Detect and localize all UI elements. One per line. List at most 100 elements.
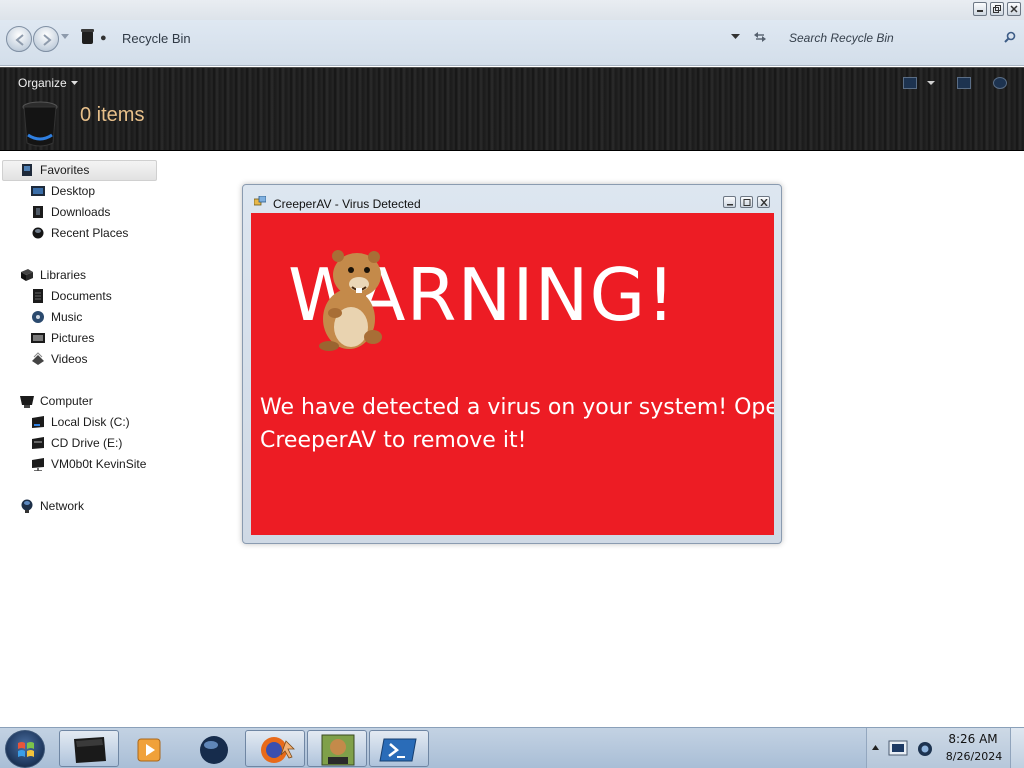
restore-icon <box>993 5 1001 13</box>
taskbar-firefox[interactable] <box>245 730 305 767</box>
dark-sphere-icon <box>200 736 228 764</box>
dialog-minimize-button[interactable] <box>723 196 736 208</box>
nav-network-share[interactable]: VM0b0t KevinSite <box>31 454 146 474</box>
forward-arrow-icon <box>43 34 52 46</box>
taskbar-explorer[interactable] <box>59 730 119 767</box>
nav-computer[interactable]: Computer <box>20 391 93 411</box>
help-icon[interactable] <box>993 77 1007 89</box>
libraries-icon <box>20 268 34 282</box>
nav-recent-places[interactable]: Recent Places <box>31 223 128 243</box>
music-icon <box>31 310 45 324</box>
clock-date[interactable]: 8/26/2024 <box>941 750 1007 763</box>
nav-libraries-label: Libraries <box>40 268 87 282</box>
items-count: 0 items <box>80 104 145 126</box>
address-bar: ● Recycle Bin Search Recycle Bin <box>0 20 1024 66</box>
nav-documents[interactable]: Documents <box>31 286 112 306</box>
nav-pictures[interactable]: Pictures <box>31 328 94 348</box>
nav-network-share-label: VM0b0t KevinSite <box>51 457 147 471</box>
clock-time[interactable]: 8:26 AM <box>945 732 1001 746</box>
nav-videos[interactable]: Videos <box>31 349 87 369</box>
address-dropdown-chevron-icon[interactable] <box>731 34 740 40</box>
network-drive-icon <box>31 457 45 472</box>
dialog-maximize-button[interactable] <box>740 196 753 208</box>
warning-panel: WARNING! We have detected a virus on you… <box>251 213 774 535</box>
navigation-pane: Favorites Desktop Downloads Recent Place… <box>0 152 160 727</box>
show-hidden-icons-icon[interactable] <box>872 745 879 751</box>
nav-videos-label: Videos <box>51 352 88 366</box>
close-icon <box>1010 5 1018 13</box>
nav-favorites[interactable]: Favorites <box>20 160 89 180</box>
windows-logo-icon <box>18 742 34 757</box>
recent-pages-chevron-icon[interactable] <box>61 34 69 40</box>
creeperav-dialog[interactable]: CreeperAV - Virus Detected WARNING! We h… <box>242 184 782 544</box>
taskbar-box-game[interactable] <box>307 730 367 767</box>
view-options-icon[interactable] <box>903 77 917 89</box>
nav-libraries[interactable]: Libraries <box>20 265 86 285</box>
nav-network[interactable]: Network <box>20 496 84 516</box>
search-icon[interactable] <box>1004 31 1016 43</box>
nav-recent-places-label: Recent Places <box>51 226 129 240</box>
nav-music-label: Music <box>51 310 83 324</box>
desktop-icon <box>31 184 45 198</box>
box-game-icon <box>321 734 355 766</box>
breadcrumb-recycle-bin[interactable]: Recycle Bin <box>122 31 191 46</box>
taskbar-media-player[interactable] <box>121 730 181 767</box>
hard-drive-icon <box>31 415 45 429</box>
nav-local-disk-label: Local Disk (C:) <box>51 415 130 429</box>
tray-app-icon[interactable] <box>888 740 908 758</box>
computer-icon <box>20 394 34 408</box>
refresh-icon[interactable] <box>752 30 768 44</box>
nav-local-disk[interactable]: Local Disk (C:) <box>31 412 130 432</box>
back-button[interactable] <box>6 26 32 52</box>
forward-button[interactable] <box>33 26 59 52</box>
view-chevron-icon[interactable] <box>927 81 935 86</box>
organize-button[interactable]: Organize <box>18 76 67 90</box>
minimize-icon <box>727 204 733 206</box>
command-bar: Organize 0 items <box>0 67 1024 151</box>
minimize-button[interactable] <box>973 2 987 16</box>
back-arrow-icon <box>15 34 24 46</box>
maximize-icon <box>743 199 751 206</box>
recent-places-icon <box>31 226 45 240</box>
search-input[interactable]: Search Recycle Bin <box>783 26 1022 50</box>
documents-icon <box>31 289 45 303</box>
taskbar <box>0 727 1024 768</box>
media-player-icon <box>137 738 161 762</box>
window-titlebar <box>0 0 1024 20</box>
nav-cd-drive[interactable]: CD Drive (E:) <box>31 433 122 453</box>
firefox-icon <box>261 737 295 763</box>
explorer-icon <box>74 737 106 763</box>
close-button[interactable] <box>1007 2 1021 16</box>
hamster-mascot-icon <box>319 250 382 351</box>
network-status-icon[interactable] <box>917 740 933 758</box>
nav-favorites-label: Favorites <box>40 163 90 177</box>
show-desktop-button[interactable] <box>1010 728 1024 768</box>
nav-computer-label: Computer <box>40 394 93 408</box>
downloads-icon <box>31 205 45 219</box>
search-placeholder: Search Recycle Bin <box>789 31 894 45</box>
breadcrumb-separator[interactable]: ● <box>100 32 107 44</box>
preview-pane-icon[interactable] <box>957 77 971 89</box>
favorites-icon <box>20 163 34 177</box>
nav-downloads[interactable]: Downloads <box>31 202 110 222</box>
dialog-title: CreeperAV - Virus Detected <box>273 197 421 211</box>
maximize-button[interactable] <box>990 2 1004 16</box>
nav-downloads-label: Downloads <box>51 205 111 219</box>
network-globe-icon <box>20 499 34 513</box>
nav-cd-drive-label: CD Drive (E:) <box>51 436 123 450</box>
powershell-icon <box>379 738 417 762</box>
nav-network-label: Network <box>40 499 85 513</box>
cd-drive-icon <box>31 436 45 450</box>
minimize-icon <box>977 10 983 12</box>
nav-music[interactable]: Music <box>31 307 82 327</box>
organize-chevron-icon[interactable] <box>71 81 78 86</box>
close-icon <box>760 199 768 206</box>
nav-pictures-label: Pictures <box>51 331 95 345</box>
nav-desktop[interactable]: Desktop <box>31 181 95 201</box>
taskbar-sphere-app[interactable] <box>183 730 243 767</box>
dialog-close-button[interactable] <box>757 196 770 208</box>
app-window-icon <box>254 196 266 206</box>
recycle-bin-small-icon <box>81 29 94 44</box>
taskbar-powershell[interactable] <box>369 730 429 767</box>
start-button[interactable] <box>5 730 45 768</box>
